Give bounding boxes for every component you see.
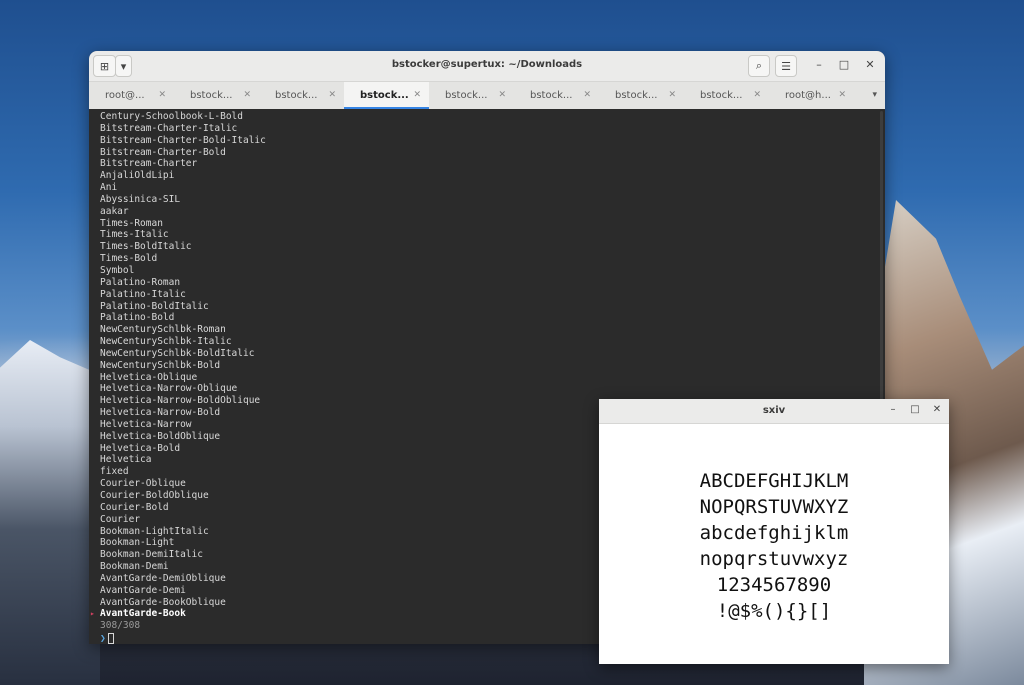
- list-item[interactable]: NewCenturySchlbk-Bold: [100, 360, 885, 372]
- desktop-wallpaper-mountain-left: [0, 340, 100, 685]
- tab-label: bstock...: [360, 90, 409, 101]
- minimize-icon: –: [890, 404, 896, 415]
- list-item[interactable]: Bitstream-Charter-Bold-Italic: [100, 135, 885, 147]
- tab-label: bstock...: [530, 90, 573, 101]
- font-preview-image: ABCDEFGHIJKLM NOPQRSTUVWXYZ abcdefghijklm n…: [599, 423, 949, 664]
- tab-close-icon[interactable]: ✕: [158, 90, 166, 100]
- sxiv-window: sxiv – □ ✕ ABCDEFGHIJKLM NOPQRSTUVWXYZ abc…: [599, 399, 949, 664]
- main-menu-button[interactable]: ☰: [775, 55, 797, 77]
- search-button[interactable]: ⌕: [748, 55, 770, 77]
- font-sample-line: !@$%(){}[]: [716, 599, 832, 622]
- tab-close-icon[interactable]: ✕: [583, 90, 591, 100]
- tab-2[interactable]: bstock... ✕: [259, 82, 344, 109]
- tab-7[interactable]: bstock... ✕: [684, 82, 769, 109]
- tab-close-icon[interactable]: ✕: [753, 90, 761, 100]
- list-item[interactable]: Symbol: [100, 265, 885, 277]
- list-item[interactable]: Palatino-Bold: [100, 312, 885, 324]
- tab-close-icon[interactable]: ✕: [413, 90, 421, 100]
- list-item[interactable]: Palatino-BoldItalic: [100, 301, 885, 313]
- tab-4[interactable]: bstock... ✕: [429, 82, 514, 109]
- tab-6[interactable]: bstock... ✕: [599, 82, 684, 109]
- tab-close-icon[interactable]: ✕: [668, 90, 676, 100]
- list-item[interactable]: Helvetica-Oblique: [100, 372, 885, 384]
- search-icon: ⌕: [755, 59, 763, 72]
- sxiv-close-button[interactable]: ✕: [930, 404, 944, 415]
- list-item[interactable]: Times-BoldItalic: [100, 241, 885, 253]
- list-item[interactable]: Times-Roman: [100, 218, 885, 230]
- hamburger-icon: ☰: [781, 59, 791, 73]
- list-item[interactable]: Abyssinica-SIL: [100, 194, 885, 206]
- tab-label: bstock...: [445, 90, 488, 101]
- font-sample-line: ABCDEFGHIJKLM: [699, 469, 849, 492]
- list-item[interactable]: AnjaliOldLipi: [100, 170, 885, 182]
- tab-close-icon[interactable]: ✕: [498, 90, 506, 100]
- list-item[interactable]: Ani: [100, 182, 885, 194]
- maximize-button[interactable]: □: [836, 58, 852, 71]
- tab-close-icon[interactable]: ✕: [838, 90, 846, 100]
- font-sample-line: nopqrstuvwxyz: [699, 547, 849, 570]
- list-item[interactable]: Times-Italic: [100, 229, 885, 241]
- terminal-headerbar: ⊞ ▾ bstocker@supertux: ~/Downloads ⌕ ☰ –…: [89, 51, 885, 82]
- list-item[interactable]: Helvetica-Narrow-Oblique: [100, 383, 885, 395]
- sxiv-maximize-button[interactable]: □: [908, 404, 922, 415]
- tab-overflow-button[interactable]: ▾: [872, 90, 877, 100]
- tab-1[interactable]: bstock... ✕: [174, 82, 259, 109]
- close-icon: ✕: [932, 404, 942, 415]
- tab-label: bstock...: [190, 90, 233, 101]
- list-item[interactable]: Bitstream-Charter-Italic: [100, 123, 885, 135]
- tab-5[interactable]: bstock... ✕: [514, 82, 599, 109]
- sxiv-minimize-button[interactable]: –: [886, 404, 900, 415]
- minimize-button[interactable]: –: [811, 58, 827, 71]
- tab-close-icon[interactable]: ✕: [328, 90, 336, 100]
- tab-label: bstock...: [275, 90, 318, 101]
- list-item[interactable]: NewCenturySchlbk-Italic: [100, 336, 885, 348]
- font-sample-line: 1234567890: [716, 573, 832, 596]
- list-item[interactable]: NewCenturySchlbk-Roman: [100, 324, 885, 336]
- list-item[interactable]: Century-Schoolbook-L-Bold: [100, 111, 885, 123]
- maximize-icon: □: [910, 404, 920, 415]
- prompt-arrow-icon: ❯: [100, 633, 106, 644]
- maximize-icon: □: [838, 58, 850, 71]
- chevron-down-icon: ▾: [872, 90, 877, 100]
- selected-item-label: AvantGarde-Book: [100, 608, 186, 620]
- tab-bar: root@... ✕ bstock... ✕ bstock... ✕ bstock... ✕ b…: [89, 82, 885, 110]
- list-item[interactable]: Palatino-Italic: [100, 289, 885, 301]
- list-item[interactable]: Palatino-Roman: [100, 277, 885, 289]
- selection-marker-icon: ▸: [90, 609, 95, 619]
- font-sample-line: NOPQRSTUVWXYZ: [699, 495, 849, 518]
- font-sample-line: abcdefghijklm: [699, 521, 849, 544]
- list-item[interactable]: Bitstream-Charter-Bold: [100, 147, 885, 159]
- tab-label: bstock...: [700, 90, 743, 101]
- list-item[interactable]: aakar: [100, 206, 885, 218]
- tab-0[interactable]: root@... ✕: [89, 82, 174, 109]
- close-button[interactable]: ✕: [862, 58, 878, 71]
- close-icon: ✕: [865, 58, 875, 71]
- list-item[interactable]: Times-Bold: [100, 253, 885, 265]
- text-cursor: [107, 633, 114, 644]
- list-item[interactable]: NewCenturySchlbk-BoldItalic: [100, 348, 885, 360]
- tab-label: root@...: [105, 90, 145, 101]
- sxiv-headerbar: sxiv – □ ✕: [599, 399, 949, 424]
- tab-3[interactable]: bstock... ✕: [344, 82, 429, 109]
- tab-8[interactable]: root@h... ✕: [769, 82, 854, 109]
- tab-close-icon[interactable]: ✕: [243, 90, 251, 100]
- list-item[interactable]: Bitstream-Charter: [100, 158, 885, 170]
- minimize-icon: –: [816, 58, 822, 71]
- tab-label: bstock...: [615, 90, 658, 101]
- tab-label: root@h...: [785, 90, 831, 101]
